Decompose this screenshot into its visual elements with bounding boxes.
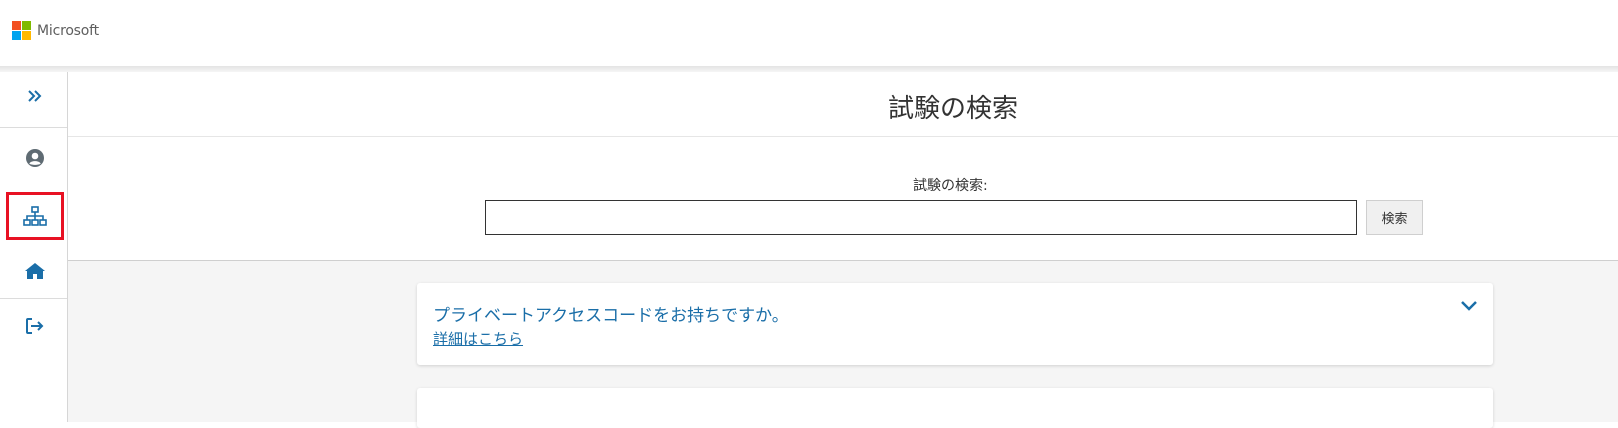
learn-more-link[interactable]: 詳細はこちら — [433, 328, 523, 349]
page-title: 試験の検索 — [887, 94, 1018, 124]
top-header: Microsoft — [0, 0, 1618, 66]
search-button[interactable]: 検索 — [1366, 200, 1423, 235]
title-divider — [68, 136, 1618, 137]
rail-divider — [0, 298, 67, 299]
sign-out-icon — [26, 318, 44, 334]
main-content: 試験の検索 試験の検索: 検索 プライベートアクセスコードをお持ちですか。 詳細… — [68, 72, 1618, 428]
home-icon — [25, 263, 45, 279]
sitemap-icon — [23, 206, 47, 226]
private-access-code-card[interactable]: プライベートアクセスコードをお持ちですか。 詳細はこちら — [417, 283, 1493, 365]
microsoft-logo-icon — [12, 21, 31, 40]
home-button[interactable] — [6, 247, 64, 295]
microsoft-logo[interactable]: Microsoft — [12, 21, 99, 40]
user-circle-icon — [26, 149, 44, 167]
exam-search-input[interactable] — [485, 200, 1357, 235]
organization-button[interactable] — [6, 192, 64, 240]
profile-button[interactable] — [6, 134, 64, 182]
rail-divider — [0, 127, 67, 128]
sign-out-button[interactable] — [6, 302, 64, 350]
search-label: 試験の検索: — [913, 178, 988, 194]
side-navigation — [0, 72, 68, 422]
brand-name: Microsoft — [37, 22, 99, 39]
secondary-card — [417, 388, 1493, 428]
expand-sidebar-button[interactable] — [6, 72, 64, 120]
card-title: プライベートアクセスコードをお持ちですか。 — [433, 306, 789, 326]
chevron-down-icon[interactable] — [1459, 297, 1479, 313]
double-chevron-right-icon — [28, 90, 42, 102]
